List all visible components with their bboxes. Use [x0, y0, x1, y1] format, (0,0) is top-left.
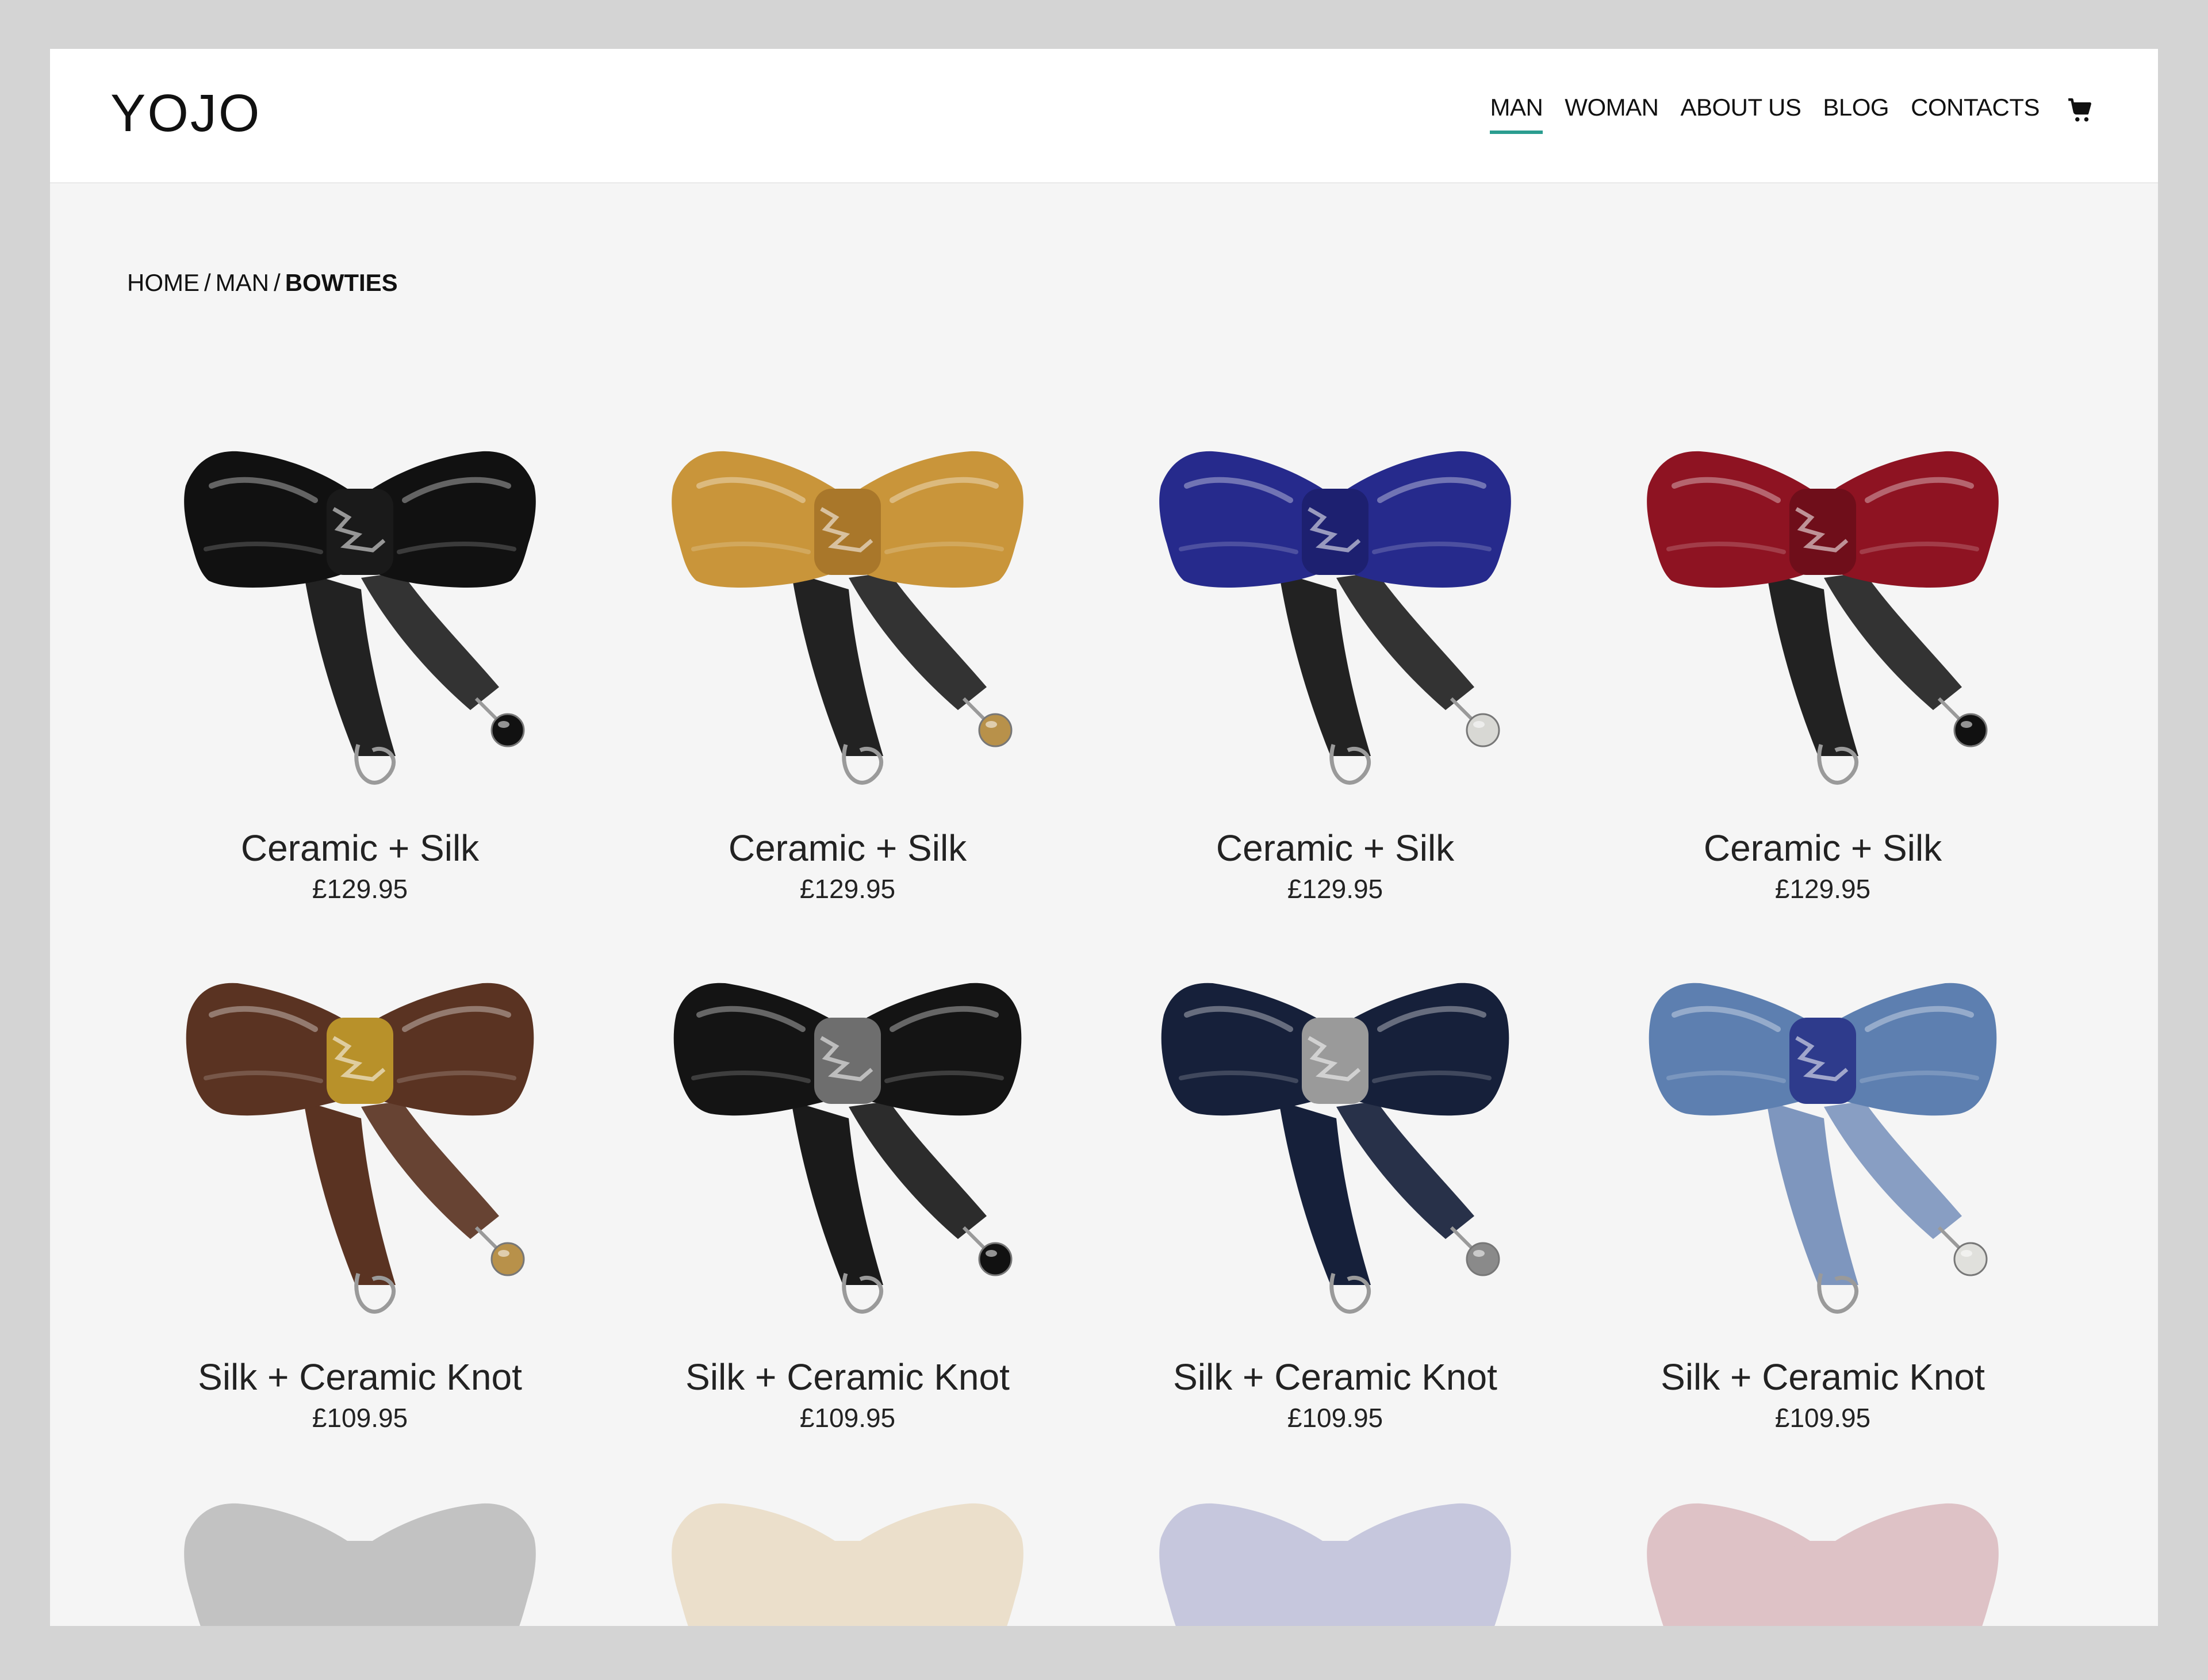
bowtie-image	[1159, 451, 1511, 785]
product-image[interactable]	[131, 929, 589, 1354]
breadcrumb-separator: /	[204, 269, 211, 296]
product-image-partial[interactable]	[1594, 1452, 2052, 1626]
product-name[interactable]: Ceramic + Silk	[619, 825, 1076, 871]
product-grid: Ceramic + Silk £129.95 Ceramic + Silk £129…	[131, 400, 2052, 1457]
bowtie-image	[184, 451, 536, 785]
product-name[interactable]: Silk + Ceramic Knot	[1594, 1354, 2052, 1400]
product-image[interactable]	[1594, 929, 2052, 1354]
product-card[interactable]: Silk + Ceramic Knot £109.95	[1106, 929, 1564, 1457]
product-card[interactable]: Silk + Ceramic Knot £109.95	[131, 929, 589, 1457]
product-price: £109.95	[312, 1403, 408, 1433]
bowtie-image	[1649, 983, 1997, 1314]
product-image[interactable]	[619, 400, 1076, 825]
bowtie-image	[1161, 983, 1509, 1314]
product-image[interactable]	[1106, 929, 1564, 1354]
nav-item-woman[interactable]: WOMAN	[1565, 94, 1659, 127]
breadcrumb-home[interactable]: HOME	[127, 269, 200, 296]
product-image[interactable]	[619, 929, 1076, 1354]
nav-item-blog[interactable]: BLOG	[1823, 94, 1889, 127]
product-card[interactable]: Silk + Ceramic Knot £109.95	[1594, 929, 2052, 1457]
product-name[interactable]: Ceramic + Silk	[131, 825, 589, 871]
nav-item-man[interactable]: MAN	[1490, 94, 1543, 134]
product-name[interactable]: Ceramic + Silk	[1594, 825, 2052, 871]
product-price: £129.95	[1774, 874, 1871, 904]
main-nav: MAN WOMAN ABOUT US BLOG CONTACTS	[1490, 94, 2095, 134]
browser-viewport: YOJO MAN WOMAN ABOUT US BLOG CONTACTS HO…	[50, 49, 2158, 1626]
breadcrumb-man[interactable]: MAN	[216, 269, 269, 296]
product-price: £129.95	[312, 874, 408, 904]
product-image-partial[interactable]	[619, 1452, 1076, 1626]
product-card[interactable]: Ceramic + Silk £129.95	[1594, 400, 2052, 929]
nav-item-contacts[interactable]: CONTACTS	[1911, 94, 2040, 127]
bowtie-image	[1647, 451, 1999, 785]
product-card[interactable]: Ceramic + Silk £129.95	[1106, 400, 1564, 929]
product-image-partial[interactable]	[1106, 1452, 1564, 1626]
bowtie-image	[673, 983, 1022, 1314]
product-image[interactable]	[1106, 400, 1564, 825]
product-price: £109.95	[1774, 1403, 1871, 1433]
product-price: £109.95	[1287, 1403, 1383, 1433]
breadcrumb-separator: /	[274, 269, 281, 296]
next-row-partial	[131, 1452, 2052, 1626]
product-card[interactable]: Silk + Ceramic Knot £109.95	[619, 929, 1076, 1457]
product-image[interactable]	[1594, 400, 2052, 825]
product-card[interactable]: Ceramic + Silk £129.95	[131, 400, 589, 929]
nav-item-about-us[interactable]: ABOUT US	[1680, 94, 1801, 127]
product-name[interactable]: Silk + Ceramic Knot	[1106, 1354, 1564, 1400]
site-logo[interactable]: YOJO	[110, 83, 261, 144]
product-price: £129.95	[1287, 874, 1383, 904]
bowtie-image	[672, 451, 1023, 785]
product-price: £109.95	[799, 1403, 896, 1433]
product-image[interactable]	[131, 400, 589, 825]
breadcrumb: HOME / MAN / BOWTIES	[127, 269, 398, 297]
site-header: YOJO MAN WOMAN ABOUT US BLOG CONTACTS	[50, 49, 2158, 183]
product-name[interactable]: Silk + Ceramic Knot	[619, 1354, 1076, 1400]
cart-icon[interactable]	[2066, 96, 2095, 125]
product-name[interactable]: Ceramic + Silk	[1106, 825, 1564, 871]
breadcrumb-current: BOWTIES	[285, 269, 398, 296]
product-card[interactable]: Ceramic + Silk £129.95	[619, 400, 1076, 929]
product-name[interactable]: Silk + Ceramic Knot	[131, 1354, 589, 1400]
product-image-partial[interactable]	[131, 1452, 589, 1626]
product-price: £129.95	[799, 874, 896, 904]
bowtie-image	[186, 983, 534, 1314]
